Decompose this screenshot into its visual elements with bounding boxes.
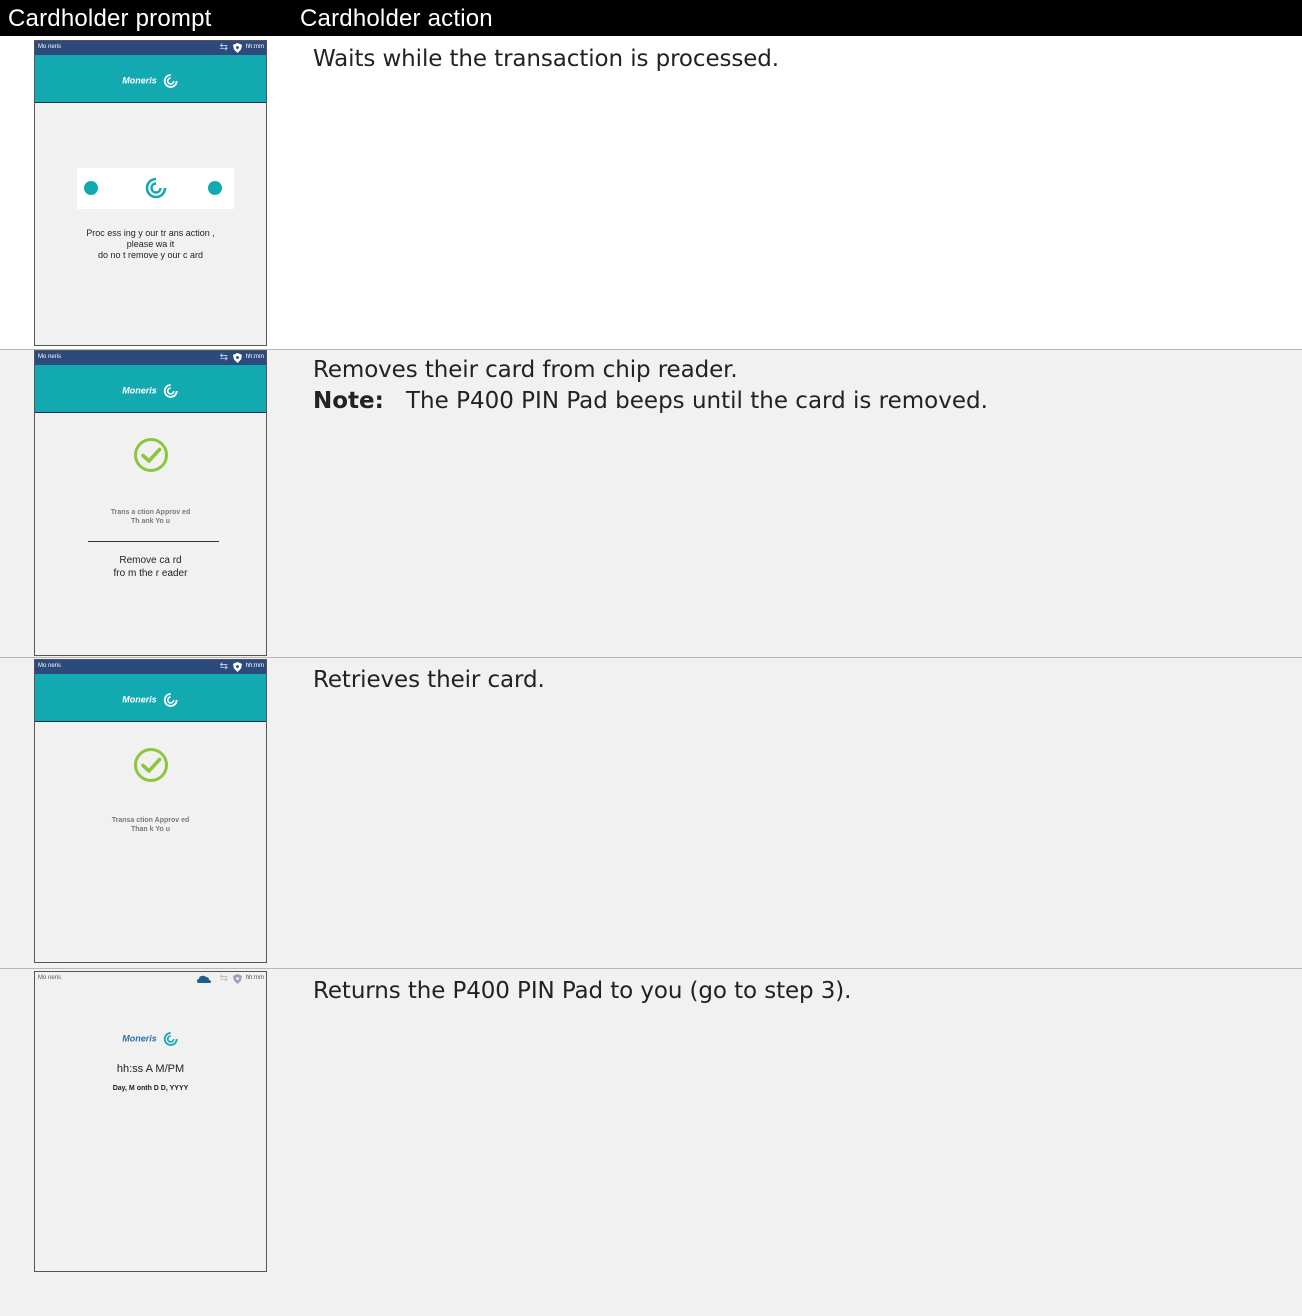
status-brand: Mo neris — [38, 663, 62, 669]
shield-icon — [233, 662, 242, 672]
table-header: Cardholder prompt Cardholder action — [0, 0, 1302, 36]
header-prompt: Cardholder prompt — [8, 5, 212, 32]
message-line: please wa it — [126, 239, 175, 249]
moneris-logo: Moneris — [122, 70, 179, 89]
note-body: The P400 PIN Pad beeps until the card is… — [406, 388, 988, 414]
pinpad-screen-processing: Mo neris ⇆ hh:mm Moneris Proc ess ing y … — [34, 40, 267, 346]
approved-line: Transa ction Approv ed — [111, 817, 190, 824]
brand-bar: Moneris — [35, 365, 266, 413]
moneris-logo: Moneris — [122, 689, 179, 708]
shield-icon — [233, 43, 242, 53]
dot-icon — [84, 181, 98, 195]
brand-text: Moneris — [122, 75, 157, 86]
shield-icon — [233, 353, 242, 363]
status-bar: Mo neris ⇆ hh:mm — [35, 351, 266, 365]
brand-bar: Moneris — [35, 674, 266, 722]
approved-message: Trans a ction Approv ed Th ank Yo u — [35, 508, 266, 526]
brand-text: Moneris — [122, 385, 157, 396]
status-brand: Mo neris — [38, 975, 62, 981]
status-bar: Mo neris ⇆ hh:mm — [35, 41, 266, 55]
moneris-swirl-icon — [163, 1031, 178, 1046]
divider — [88, 541, 219, 542]
remove-line: Remove ca rd — [119, 555, 182, 566]
shield-icon — [233, 974, 242, 984]
moneris-swirl-icon — [163, 73, 178, 88]
brand-text: Moneris — [122, 1033, 157, 1044]
approved-line: Th ank Yo u — [130, 518, 171, 525]
moneris-swirl-icon — [145, 177, 167, 199]
dot-icon — [208, 181, 222, 195]
action-text: Retrieves their card. — [313, 667, 545, 693]
pinpad-screen-approved: Mo neris ⇆ hh:mm Moneris Transa ction Ap… — [34, 659, 267, 963]
processing-message: Proc ess ing y our tr ans action , pleas… — [35, 228, 266, 261]
transfer-arrows-icon: ⇆ — [219, 973, 228, 984]
action-text: Waits while the transaction is processed… — [313, 46, 780, 72]
status-time: hh:mm — [245, 663, 264, 669]
status-bar: Mo neris ⇆ hh:mm — [35, 972, 266, 986]
header-action: Cardholder action — [300, 5, 493, 32]
pinpad-screen-remove-card: Mo neris ⇆ hh:mm Moneris Trans a ction A… — [34, 350, 267, 656]
action-text: Returns the P400 PIN Pad to you (go to s… — [313, 978, 852, 1004]
moneris-logo: Moneris — [122, 380, 179, 399]
remove-line: fro m the r eader — [113, 568, 188, 579]
approved-line: Trans a ction Approv ed — [110, 509, 191, 516]
cloud-icon — [197, 975, 211, 983]
approved-message: Transa ction Approv ed Than k Yo u — [35, 816, 266, 834]
message-line: Proc ess ing y our tr ans action , — [86, 228, 215, 238]
transfer-arrows-icon: ⇆ — [219, 352, 228, 363]
pinpad-screen-idle: Mo neris ⇆ hh:mm Moneris hh:ss A M/PM Da… — [34, 971, 267, 1272]
note: Note: The P400 PIN Pad beeps until the c… — [313, 386, 988, 416]
clock: hh:ss A M/PM — [116, 1063, 185, 1075]
moneris-logo: Moneris — [122, 1028, 179, 1047]
transfer-arrows-icon: ⇆ — [219, 661, 228, 672]
date: Day, M onth D D, YYYY — [112, 1085, 189, 1092]
note-label: Note: — [313, 388, 384, 414]
action-text: Removes their card from chip reader. — [313, 357, 738, 383]
status-time: hh:mm — [245, 44, 264, 50]
moneris-swirl-icon — [163, 383, 178, 398]
checkmark-circle-icon — [133, 438, 168, 472]
remove-card-message: Remove ca rd fro m the r eader — [35, 554, 266, 580]
checkmark-circle-icon — [133, 748, 168, 782]
status-brand: Mo neris — [38, 44, 62, 50]
brand-bar: Moneris — [35, 55, 266, 103]
brand-text: Moneris — [122, 694, 157, 705]
moneris-swirl-icon — [163, 692, 178, 707]
progress-panel — [77, 168, 234, 209]
status-time: hh:mm — [245, 354, 264, 360]
status-time: hh:mm — [245, 975, 264, 981]
transfer-arrows-icon: ⇆ — [219, 42, 228, 53]
status-brand: Mo neris — [38, 354, 62, 360]
status-bar: Mo neris ⇆ hh:mm — [35, 660, 266, 674]
approved-line: Than k Yo u — [130, 826, 171, 833]
message-line: do no t remove y our c ard — [97, 250, 204, 260]
